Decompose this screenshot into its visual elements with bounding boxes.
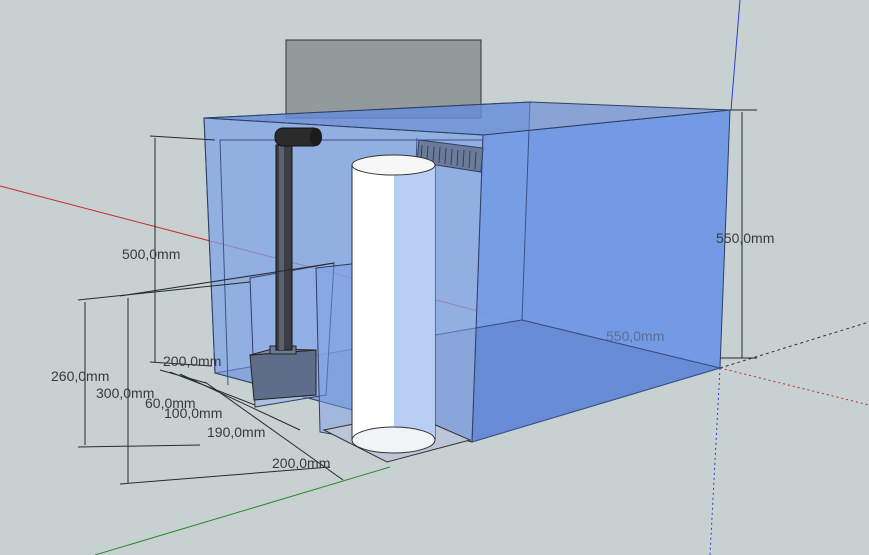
green-axis (94, 466, 391, 555)
dim-height-260: 260,0mm (51, 368, 109, 384)
dim-width-200-top: 200,0mm (163, 353, 221, 369)
pump-block-icon (249, 345, 317, 401)
dim-depth-550: 550,0mm (606, 328, 664, 344)
dim-height-500: 500,0mm (122, 246, 180, 262)
red-axis-hidden (719, 367, 869, 406)
blue-axis-hidden (709, 367, 721, 555)
dim-width-190: 190,0mm (207, 424, 265, 440)
sketchup-3d-model: 550,0mm 550,0mm 500,0mm 200,0mm 260,0mm … (0, 0, 869, 555)
dim-width-100: 100,0mm (164, 405, 222, 421)
blue-axis (730, 0, 741, 111)
dim-height-550: 550,0mm (716, 230, 774, 246)
dim-width-200-front: 200,0mm (272, 455, 330, 471)
